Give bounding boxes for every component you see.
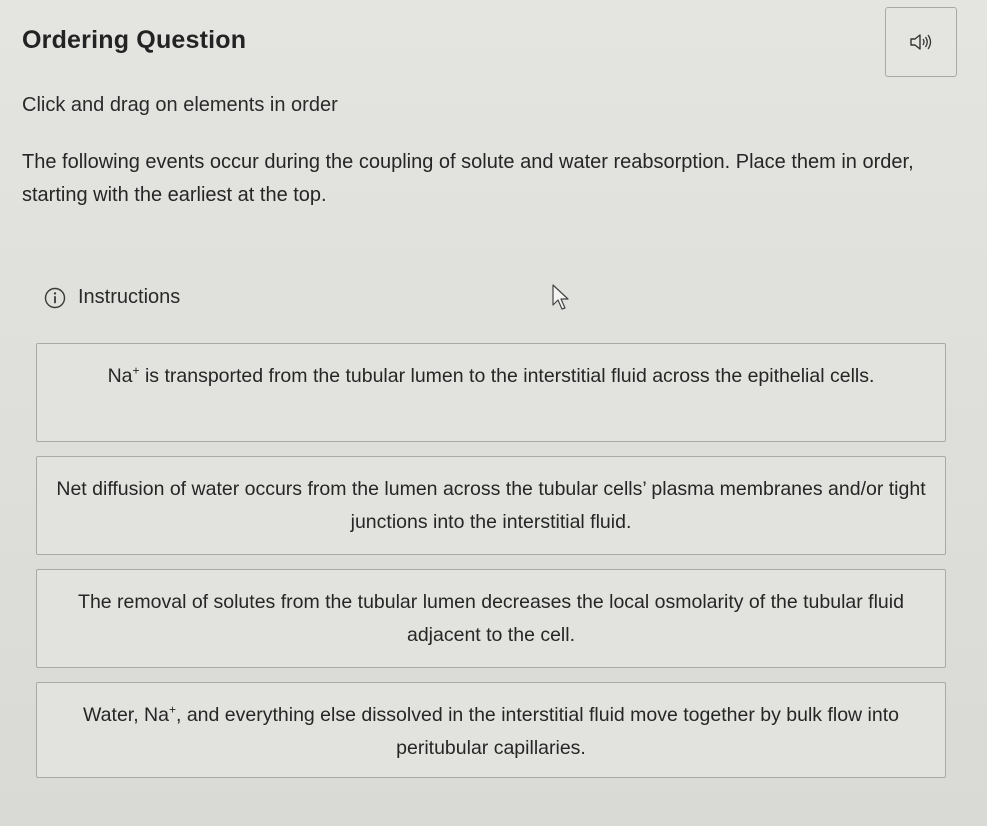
item-text: The removal of solutes from the tubular … (78, 591, 904, 646)
task-instruction: Click and drag on elements in order (22, 94, 338, 116)
ordering-list: Na+ is transported from the tubular lume… (36, 343, 946, 778)
mouse-cursor-icon (552, 284, 569, 310)
draggable-item[interactable]: Net diffusion of water occurs from the l… (36, 456, 946, 555)
draggable-item[interactable]: The removal of solutes from the tubular … (36, 569, 946, 668)
page-title: Ordering Question (22, 26, 247, 54)
draggable-item[interactable]: Water, Na+, and everything else dissolve… (36, 682, 946, 778)
question-prompt: The following events occur during the co… (22, 151, 914, 206)
speaker-icon (910, 34, 932, 50)
read-aloud-button[interactable] (885, 7, 957, 77)
instructions-link[interactable]: Instructions (44, 286, 180, 309)
item-text: Water, Na+, and everything else dissolve… (83, 702, 899, 760)
item-text: Na+ is transported from the tubular lume… (107, 363, 875, 388)
draggable-item[interactable]: Na+ is transported from the tubular lume… (36, 343, 946, 442)
instructions-label: Instructions (78, 286, 181, 308)
ordering-question-page: Ordering Question Click and drag on elem… (0, 0, 987, 826)
item-text: Net diffusion of water occurs from the l… (56, 478, 926, 533)
info-icon (44, 287, 66, 308)
